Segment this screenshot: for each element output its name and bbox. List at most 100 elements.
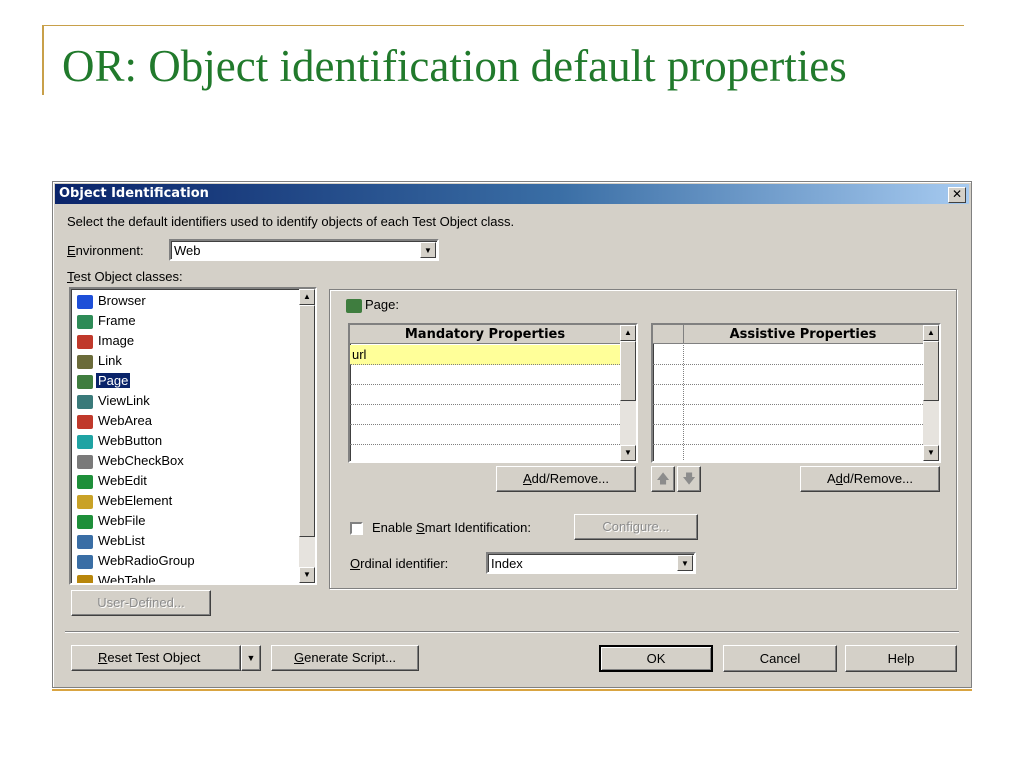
mandatory-properties-header: Mandatory Properties bbox=[350, 325, 620, 344]
class-list-item[interactable]: Link bbox=[77, 351, 124, 371]
smart-identification-checkbox[interactable] bbox=[350, 522, 363, 535]
help-button[interactable]: Help bbox=[845, 645, 957, 672]
row-divider bbox=[683, 385, 684, 404]
webfile-icon bbox=[77, 514, 93, 529]
cancel-button[interactable]: Cancel bbox=[723, 645, 837, 672]
close-icon[interactable]: ✕ bbox=[948, 187, 966, 203]
scroll-thumb[interactable] bbox=[299, 305, 315, 537]
arrow-down-icon[interactable]: 🡇 bbox=[677, 466, 701, 492]
slide-title: OR: Object identification default proper… bbox=[62, 41, 847, 91]
class-list-item-label: WebEdit bbox=[98, 473, 147, 488]
scroll-thumb[interactable] bbox=[923, 341, 939, 401]
generate-script-button[interactable]: Generate Script... bbox=[271, 645, 419, 671]
scroll-up-icon[interactable]: ▲ bbox=[299, 289, 315, 305]
class-list-item[interactable]: Image bbox=[77, 331, 136, 351]
class-list-item[interactable]: WebFile bbox=[77, 511, 147, 531]
page-properties-group: Page: Mandatory Properties url ▲ ▼ Assis… bbox=[329, 289, 957, 589]
viewlink-icon bbox=[77, 394, 93, 409]
class-list-item[interactable]: ViewLink bbox=[77, 391, 152, 411]
test-object-class-list[interactable]: Browser Frame Image Link Page ViewLink WebArea… bbox=[69, 287, 317, 585]
ordinal-identifier-select[interactable]: Index ▼ bbox=[486, 552, 696, 574]
class-list-item-label: Page bbox=[94, 372, 132, 389]
environment-select[interactable]: Web ▼ bbox=[169, 239, 439, 261]
reset-test-object-button[interactable]: Reset Test Object bbox=[71, 645, 241, 671]
mandatory-properties-grid[interactable]: Mandatory Properties url ▲ ▼ bbox=[348, 323, 638, 463]
class-list-item[interactable]: WebCheckBox bbox=[77, 451, 186, 471]
scroll-thumb[interactable] bbox=[620, 341, 636, 401]
class-list-item[interactable]: WebButton bbox=[77, 431, 164, 451]
ok-button[interactable]: OK bbox=[599, 645, 713, 672]
class-list-scrollbar[interactable]: ▲ ▼ bbox=[299, 289, 315, 583]
arrow-up-icon[interactable]: 🡅 bbox=[651, 466, 675, 492]
class-list-item[interactable]: WebRadioGroup bbox=[77, 551, 197, 571]
row-divider bbox=[683, 365, 684, 384]
assistive-property-row[interactable] bbox=[653, 385, 923, 405]
weblist-icon bbox=[77, 534, 93, 549]
class-list-item-label: Browser bbox=[98, 293, 146, 308]
webedit-icon bbox=[77, 474, 93, 489]
scroll-down-icon[interactable]: ▼ bbox=[299, 567, 315, 583]
chevron-down-icon[interactable]: ▼ bbox=[420, 242, 436, 258]
class-list-item[interactable]: WebEdit bbox=[77, 471, 149, 491]
mandatory-add-remove-button[interactable]: Add/Remove... bbox=[496, 466, 636, 492]
assistive-property-row[interactable] bbox=[653, 445, 923, 461]
mandatory-property-row[interactable] bbox=[350, 385, 620, 405]
dialog-description: Select the default identifiers used to i… bbox=[67, 214, 515, 229]
reset-dropdown-icon[interactable]: ▼ bbox=[241, 645, 261, 671]
test-object-classes-label: Test Object classes: bbox=[67, 269, 183, 284]
class-list-item-label: ViewLink bbox=[98, 393, 150, 408]
page-group-label: Page: bbox=[346, 297, 399, 313]
class-list-item[interactable]: Page bbox=[77, 371, 132, 391]
dialog-titlebar: Object Identification ✕ bbox=[55, 184, 969, 204]
class-list-item[interactable]: WebElement bbox=[77, 491, 174, 511]
assistive-add-remove-button[interactable]: Add/Remove... bbox=[800, 466, 940, 492]
scroll-down-icon[interactable]: ▼ bbox=[923, 445, 939, 461]
scroll-up-icon[interactable]: ▲ bbox=[620, 325, 636, 341]
class-list-item-label: WebFile bbox=[98, 513, 146, 528]
class-list-item-label: WebElement bbox=[98, 493, 173, 508]
user-defined-button[interactable]: User-Defined... bbox=[71, 590, 211, 616]
image-icon bbox=[77, 334, 93, 349]
page-icon bbox=[346, 298, 362, 313]
class-list-item[interactable]: WebTable bbox=[77, 571, 158, 583]
assistive-scrollbar[interactable]: ▲ ▼ bbox=[923, 325, 939, 461]
environment-value: Web bbox=[174, 243, 201, 258]
footer-separator bbox=[65, 631, 959, 633]
webarea-icon bbox=[77, 414, 93, 429]
class-list-item-label: Frame bbox=[98, 313, 136, 328]
mandatory-property-row[interactable] bbox=[350, 445, 620, 461]
slide-accent-line bbox=[42, 25, 44, 95]
dialog-title: Object Identification bbox=[59, 186, 209, 201]
mandatory-property-row[interactable] bbox=[350, 365, 620, 385]
assistive-property-row[interactable] bbox=[653, 365, 923, 385]
object-identification-dialog: Object Identification ✕ Select the defau… bbox=[52, 181, 972, 688]
ordinal-identifier-label: Ordinal identifier: bbox=[350, 556, 449, 571]
mandatory-property-row[interactable] bbox=[350, 405, 620, 425]
class-list-item-label: WebButton bbox=[98, 433, 163, 448]
class-list-item-label: Image bbox=[98, 333, 135, 348]
chevron-down-icon[interactable]: ▼ bbox=[677, 555, 693, 571]
scroll-up-icon[interactable]: ▲ bbox=[923, 325, 939, 341]
assistive-property-row[interactable] bbox=[653, 345, 923, 365]
class-list-item[interactable]: WebList bbox=[77, 531, 147, 551]
frame-icon bbox=[77, 314, 93, 329]
row-divider bbox=[683, 345, 684, 364]
assistive-property-row[interactable] bbox=[653, 425, 923, 445]
mandatory-property-row[interactable]: url bbox=[350, 345, 620, 365]
smart-identification-label: Enable Smart Identification: bbox=[372, 520, 531, 535]
mandatory-scrollbar[interactable]: ▲ ▼ bbox=[620, 325, 636, 461]
class-list-item[interactable]: Browser bbox=[77, 291, 148, 311]
class-list-item[interactable]: WebArea bbox=[77, 411, 154, 431]
scroll-down-icon[interactable]: ▼ bbox=[620, 445, 636, 461]
row-divider bbox=[683, 445, 684, 461]
class-list-item[interactable]: Frame bbox=[77, 311, 138, 331]
ordinal-identifier-value: Index bbox=[491, 556, 523, 571]
mandatory-property-value: url bbox=[352, 347, 367, 362]
webelement-icon bbox=[77, 494, 93, 509]
assistive-properties-grid[interactable]: Assistive Properties ▲ ▼ bbox=[651, 323, 941, 463]
configure-button[interactable]: Configure... bbox=[574, 514, 698, 540]
mandatory-property-row[interactable] bbox=[350, 425, 620, 445]
webcheckbox-icon bbox=[77, 454, 93, 469]
assistive-property-row[interactable] bbox=[653, 405, 923, 425]
browser-icon bbox=[77, 294, 93, 309]
